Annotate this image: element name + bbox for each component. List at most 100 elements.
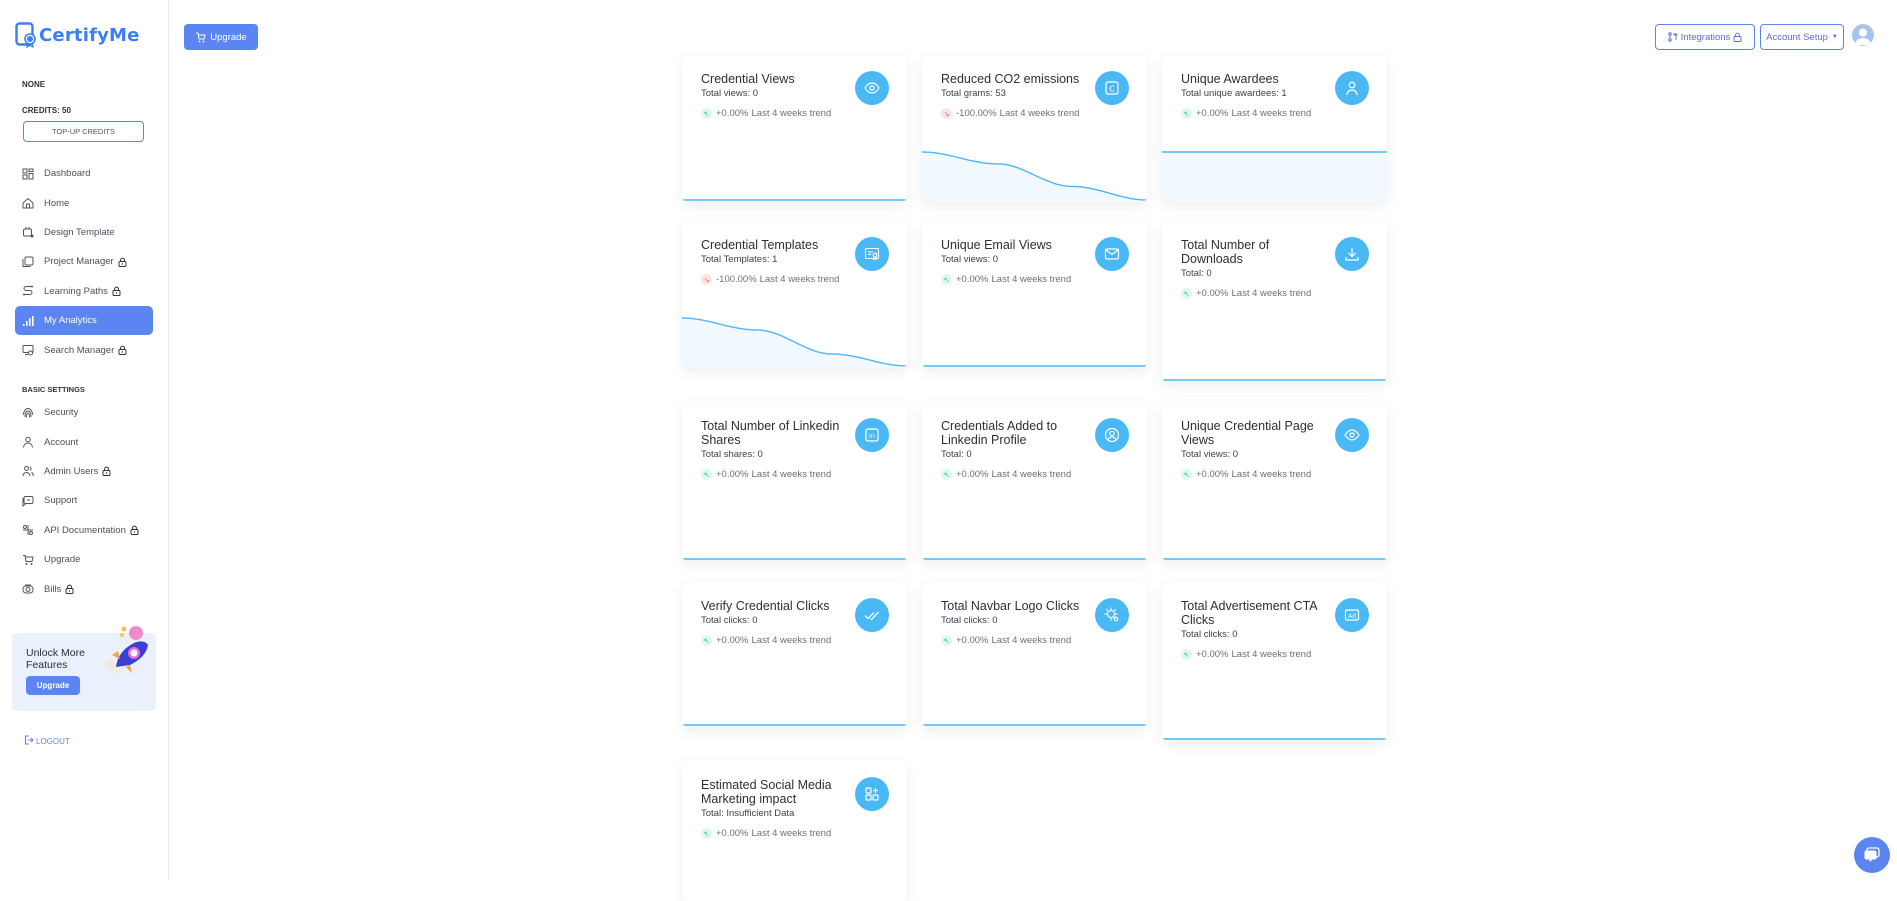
sidebar-item-admin-users[interactable]: Admin Users <box>15 457 153 486</box>
apps-add-icon[interactable] <box>855 777 889 811</box>
ad-icon[interactable]: Ad <box>1335 598 1369 632</box>
logo[interactable]: CertifyMe <box>15 22 140 49</box>
integrations-button[interactable]: Integrations <box>1655 24 1755 50</box>
certificate-icon[interactable] <box>855 237 889 271</box>
topbar-upgrade-button[interactable]: Upgrade <box>184 24 258 50</box>
trend-label: Last 4 weeks trend <box>1231 649 1312 660</box>
lock-icon <box>102 467 111 477</box>
trend-value: +0.00% <box>716 635 749 646</box>
carbon-icon[interactable]: C <box>1095 71 1129 105</box>
sidebar-item-my-analytics[interactable]: My Analytics <box>15 305 153 336</box>
unlock-features-card: Unlock More Features Upgrade <box>12 626 156 711</box>
bills-icon <box>22 583 34 595</box>
sidebar-item-upgrade[interactable]: Upgrade <box>15 545 153 574</box>
card-trend: ↖ +0.00% Last 4 weeks trend <box>1181 288 1311 299</box>
card-trend: ↖ +0.00% Last 4 weeks trend <box>1181 108 1311 119</box>
sidebar-item-design-template[interactable]: Design Template <box>15 218 153 247</box>
sidebar-item-dashboard[interactable]: Dashboard <box>15 159 153 188</box>
person-icon[interactable] <box>1335 71 1369 105</box>
sidebar-item-account[interactable]: Account <box>15 427 153 456</box>
trend-sparkline <box>922 151 1147 202</box>
sidebar-item-security[interactable]: Security <box>15 398 153 427</box>
cart-icon <box>22 554 34 566</box>
sidebar-item-home[interactable]: Home <box>15 188 153 217</box>
svg-text:in: in <box>869 432 875 440</box>
trend-value: +0.00% <box>716 108 749 119</box>
lock-icon <box>65 584 74 595</box>
trend-up-icon: ↖ <box>701 828 712 839</box>
sidebar-item-search-manager[interactable]: Search Manager <box>15 335 153 364</box>
trend-value: +0.00% <box>956 469 989 480</box>
users-icon <box>22 465 34 477</box>
sidebar-item-learning-paths[interactable]: Learning Paths <box>15 277 153 306</box>
fingerprint-icon <box>22 407 34 419</box>
sidebar-item-bills[interactable]: Bills <box>15 574 153 603</box>
card-trend: ↘ -100.00% Last 4 weeks trend <box>701 274 839 285</box>
chat-support-button[interactable] <box>1854 837 1890 873</box>
card-title: Verify Credential Clicks <box>701 599 830 613</box>
api-icon <box>22 524 34 536</box>
account-setup-dropdown[interactable]: Account Setup ▼ <box>1760 24 1844 50</box>
sparkline-area <box>1162 152 1387 202</box>
trend-value: -100.00% <box>716 274 757 285</box>
user-icon <box>22 436 34 448</box>
sidebar-item-project-manager[interactable]: Project Manager <box>15 247 153 276</box>
top-up-credits-button[interactable]: TOP-UP CREDITS <box>23 121 144 142</box>
rocket-illustration <box>96 621 156 681</box>
eye-icon[interactable] <box>855 71 889 105</box>
trend-sparkline <box>682 317 907 368</box>
card-total: Total clicks: 0 <box>701 615 758 626</box>
stat-card-total-advertisement-cta-clicks: Total Advertisement CTA Clicks Total clic… <box>1162 582 1387 741</box>
sidebar-item-label: My Analytics <box>44 315 97 327</box>
logout-label: LOGOUT <box>36 736 70 746</box>
sidebar-item-support[interactable]: Support <box>15 486 153 515</box>
trend-up-icon: ↖ <box>701 635 712 646</box>
app-name: CertifyMe <box>39 24 140 46</box>
sidebar-item-api-documentation[interactable]: API Documentation <box>15 516 153 545</box>
logout-link[interactable]: LOGOUT <box>24 735 70 747</box>
card-title: Unique Credential Page Views <box>1181 419 1314 447</box>
trend-up-icon: ↖ <box>941 469 952 480</box>
topbar-upgrade-label: Upgrade <box>210 31 247 43</box>
logo-search-icon[interactable] <box>1095 598 1129 632</box>
stat-card-credential-views: Credential Views Total views: 0 ↖ +0.00% Las… <box>682 55 907 202</box>
card-trend: ↖ +0.00% Last 4 weeks trend <box>941 274 1071 285</box>
trend-up-icon: ↖ <box>1181 469 1192 480</box>
plan-label: NONE <box>22 80 46 89</box>
card-title: Total Advertisement CTA Clicks <box>1181 599 1317 627</box>
trend-label: Last 4 weeks trend <box>751 828 832 839</box>
stat-card-total-number-of-linkedin-shares: Total Number of Linkedin Shares Total sha… <box>682 402 907 561</box>
mail-icon[interactable] <box>1095 237 1129 271</box>
eye-icon[interactable] <box>1335 418 1369 452</box>
download-icon[interactable] <box>1335 237 1369 271</box>
trend-label: Last 4 weeks trend <box>759 274 840 285</box>
stat-card-credentials-added-to-linkedin-profile: Credentials Added to Linkedin Profile Tot… <box>922 402 1147 561</box>
card-total: Total: 0 <box>1181 268 1212 279</box>
trend-up-icon: ↖ <box>701 469 712 480</box>
trend-label: Last 4 weeks trend <box>1231 469 1312 480</box>
user-avatar[interactable] <box>1852 24 1874 46</box>
card-trend: ↖ +0.00% Last 4 weeks trend <box>1181 649 1311 660</box>
trend-sparkline <box>1162 738 1387 741</box>
trend-sparkline <box>1162 151 1387 202</box>
linkedin-icon[interactable]: in <box>855 418 889 452</box>
trend-label: Last 4 weeks trend <box>991 469 1072 480</box>
promo-upgrade-button[interactable]: Upgrade <box>26 676 80 695</box>
card-trend: ↖ +0.00% Last 4 weeks trend <box>701 108 831 119</box>
profile-icon[interactable] <box>1095 418 1129 452</box>
card-total: Total views: 0 <box>1181 449 1239 460</box>
trend-value: +0.00% <box>1196 469 1229 480</box>
trend-value: +0.00% <box>956 635 989 646</box>
basic-settings-heading: BASIC SETTINGS <box>22 385 85 394</box>
chat-bubble-icon <box>1863 847 1881 863</box>
integrations-icon <box>1667 32 1678 42</box>
analytics-icon <box>22 315 34 327</box>
trend-value: +0.00% <box>1196 108 1229 119</box>
card-title: Total Number of Linkedin Shares <box>701 419 840 447</box>
trend-value: +0.00% <box>1196 649 1229 660</box>
card-title: Reduced CO2 emissions <box>941 72 1080 86</box>
lock-icon <box>1733 32 1742 42</box>
trend-label: Last 4 weeks trend <box>999 108 1080 119</box>
sidebar-item-label: Home <box>44 197 70 209</box>
double-check-icon[interactable] <box>855 598 889 632</box>
